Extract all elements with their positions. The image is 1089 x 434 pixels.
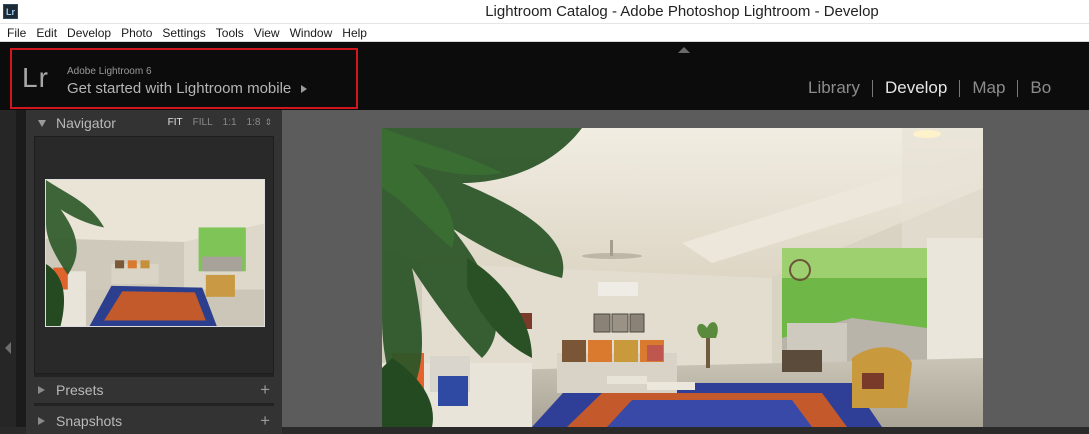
module-develop[interactable]: Develop: [885, 78, 947, 98]
menu-edit[interactable]: Edit: [31, 26, 62, 40]
left-panel: Navigator FIT FILL 1:1 1:8 ⇕ Presets + S…: [26, 110, 282, 434]
panel-gutter: [16, 110, 26, 427]
left-panel-edge[interactable]: [0, 110, 16, 427]
zoom-fit[interactable]: FIT: [168, 117, 183, 128]
module-divider: [871, 79, 873, 97]
menu-photo[interactable]: Photo: [116, 26, 157, 40]
snapshots-header[interactable]: Snapshots +: [26, 408, 282, 434]
navigator-title: Navigator: [56, 115, 116, 131]
menu-tools[interactable]: Tools: [211, 26, 249, 40]
triangle-up-icon[interactable]: [678, 47, 690, 53]
title-bar: Lr Lightroom Catalog - Adobe Photoshop L…: [0, 0, 1089, 24]
mobile-promo-label: Get started with Lightroom mobile: [67, 80, 292, 97]
module-library[interactable]: Library: [808, 78, 860, 98]
module-divider: [1017, 79, 1019, 97]
presets-title: Presets: [56, 382, 104, 398]
presets-header[interactable]: Presets +: [26, 377, 282, 403]
zoom-custom[interactable]: 1:8: [247, 117, 261, 128]
menu-help[interactable]: Help: [337, 26, 372, 40]
menu-develop[interactable]: Develop: [62, 26, 116, 40]
navigator-zoom-options: FIT FILL 1:1 1:8 ⇕: [168, 117, 272, 128]
disclosure-triangle-icon: [38, 119, 46, 127]
menu-window[interactable]: Window: [285, 26, 338, 40]
module-map[interactable]: Map: [972, 78, 1005, 98]
menu-file[interactable]: File: [2, 26, 31, 40]
navigator-header[interactable]: Navigator FIT FILL 1:1 1:8 ⇕: [26, 110, 282, 136]
menu-settings[interactable]: Settings: [157, 26, 210, 40]
photo-canvas[interactable]: [282, 110, 1089, 427]
play-arrow-icon: [301, 85, 308, 94]
room-photo: [382, 128, 983, 427]
zoom-fill[interactable]: FILL: [193, 117, 213, 128]
menu-view[interactable]: View: [249, 26, 285, 40]
navigator-thumbnail[interactable]: [45, 179, 265, 327]
room-photo-thumbnail: [46, 180, 264, 326]
module-picker: Library Develop Map Bo: [808, 77, 1051, 99]
navigator-preview[interactable]: [34, 136, 274, 374]
top-panel: Lr Adobe Lightroom 6 Get started with Li…: [0, 42, 1089, 110]
zoom-1-1[interactable]: 1:1: [223, 117, 237, 128]
mobile-promo-link[interactable]: Get started with Lightroom mobile: [67, 80, 308, 97]
window-title: Lightroom Catalog - Adobe Photoshop Ligh…: [485, 3, 879, 20]
triangle-left-icon[interactable]: [5, 342, 11, 354]
add-preset-icon[interactable]: +: [260, 381, 270, 398]
product-name: Adobe Lightroom 6: [67, 66, 152, 77]
zoom-stepper-icon[interactable]: ⇕: [264, 118, 272, 128]
module-book[interactable]: Bo: [1030, 78, 1051, 98]
disclosure-triangle-icon: [38, 386, 45, 394]
lightroom-logo: Lr: [22, 62, 49, 93]
menu-bar: File Edit Develop Photo Settings Tools V…: [0, 24, 1089, 42]
panel-divider: [34, 403, 274, 406]
module-divider: [959, 79, 961, 97]
main-photo[interactable]: [382, 128, 983, 427]
identity-plate[interactable]: Lr Adobe Lightroom 6 Get started with Li…: [10, 48, 358, 109]
disclosure-triangle-icon: [38, 417, 45, 425]
